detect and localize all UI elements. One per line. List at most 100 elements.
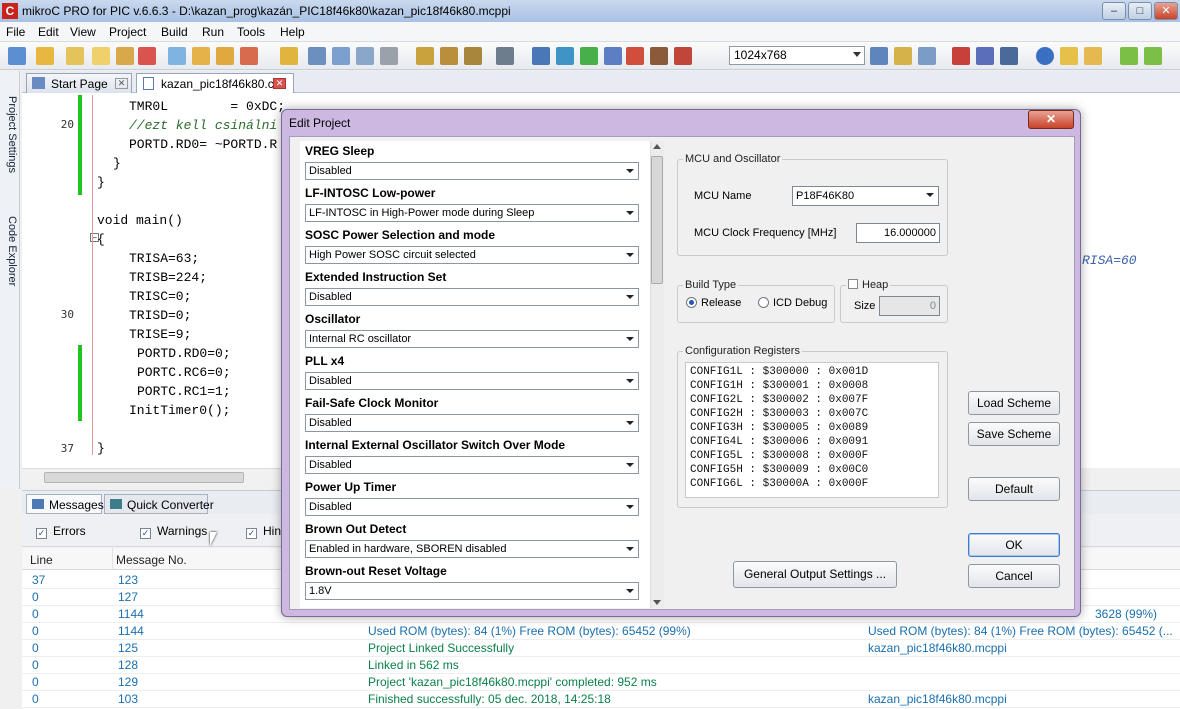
maximize-button[interactable]: □ <box>1128 2 1152 20</box>
column-message-no[interactable]: Message No. <box>116 553 187 567</box>
default-button[interactable]: Default <box>968 477 1060 501</box>
column-line[interactable]: Line <box>30 553 53 567</box>
save-all-icon[interactable] <box>92 47 110 65</box>
menu-build[interactable]: Build <box>161 25 188 39</box>
menu-help[interactable]: Help <box>280 25 305 39</box>
config-select[interactable]: Disabled <box>305 162 639 180</box>
seven-seg-icon[interactable] <box>1000 47 1018 65</box>
close-all-icon[interactable] <box>138 47 156 65</box>
ok-button[interactable]: OK <box>968 533 1060 557</box>
ascii-chart-icon[interactable] <box>952 47 970 65</box>
tab-quick-converter[interactable]: Quick Converter <box>104 494 214 514</box>
config-select[interactable]: LF-INTOSC in High-Power mode during Slee… <box>305 204 639 222</box>
minimize-button[interactable]: – <box>1102 2 1126 20</box>
config-label: Power Up Timer <box>305 480 397 494</box>
options-icon[interactable] <box>674 47 692 65</box>
view-assembly-icon[interactable] <box>532 47 550 65</box>
disk-icon[interactable] <box>308 47 326 65</box>
build-icon[interactable] <box>416 47 434 65</box>
new-file-icon[interactable] <box>8 47 26 65</box>
config-select[interactable]: 1.8V <box>305 582 639 600</box>
cancel-button[interactable]: Cancel <box>968 564 1060 588</box>
tools-icon[interactable] <box>650 47 668 65</box>
tab-messages[interactable]: Messages <box>26 494 104 514</box>
export-icon[interactable] <box>626 47 644 65</box>
icd-debug-radio[interactable]: ICD Debug <box>758 297 827 309</box>
scroll-down-icon[interactable] <box>653 600 661 605</box>
menu-view[interactable]: View <box>70 25 96 39</box>
print-icon[interactable] <box>380 47 398 65</box>
open-project-icon[interactable] <box>192 47 210 65</box>
key-icon[interactable] <box>1060 47 1078 65</box>
config-select[interactable]: Enabled in hardware, SBOREN disabled <box>305 540 639 558</box>
menu-edit[interactable]: Edit <box>38 25 59 39</box>
open-folder-icon[interactable] <box>280 47 298 65</box>
general-output-settings-button[interactable]: General Output Settings ... <box>733 561 897 588</box>
scroll-thumb[interactable] <box>651 156 663 284</box>
config-select[interactable]: Disabled <box>305 498 639 516</box>
help-question-icon[interactable] <box>580 47 598 65</box>
tab-start-page[interactable]: Start Page ✕ <box>26 73 132 93</box>
heap-size-label: Size <box>854 300 876 312</box>
build-program-icon[interactable] <box>464 47 482 65</box>
close-button[interactable]: ✕ <box>1154 2 1178 20</box>
warnings-checkbox[interactable]: ✓ Warnings <box>140 524 207 539</box>
row-file: Used ROM (bytes): 84 (1%) Free ROM (byte… <box>868 624 1173 638</box>
close-icon[interactable]: ✕ <box>273 78 286 89</box>
disk-all-icon[interactable] <box>332 47 350 65</box>
row-number: 129 <box>118 675 139 689</box>
tab-label: Start Page <box>51 77 108 91</box>
editor-horizontal-scrollbar[interactable] <box>22 468 292 486</box>
table-row[interactable] <box>22 657 1180 674</box>
tab-project-settings[interactable]: Project Settings <box>2 96 18 173</box>
config-select[interactable]: Disabled <box>305 288 639 306</box>
hand-icon[interactable] <box>1084 47 1102 65</box>
menu-tools[interactable]: Tools <box>237 25 265 39</box>
layout-delete-icon[interactable] <box>918 47 936 65</box>
menu-project[interactable]: Project <box>109 25 146 39</box>
heap-checkbox[interactable]: Heap <box>846 279 891 291</box>
config-label: LF-INTOSC Low-power <box>305 186 436 200</box>
release-radio[interactable]: Release <box>686 297 741 309</box>
close-project-icon[interactable] <box>240 47 258 65</box>
config-register: CONFIG1L : $300000 : 0x001D <box>690 366 869 378</box>
tab-code-explorer[interactable]: Code Explorer <box>2 216 18 286</box>
help-icon[interactable] <box>1036 47 1054 65</box>
build-all-icon[interactable] <box>440 47 458 65</box>
programmer-icon[interactable] <box>496 47 514 65</box>
forward-arrow-icon[interactable] <box>1144 47 1162 65</box>
close-file-icon[interactable] <box>116 47 134 65</box>
open-icon[interactable] <box>36 47 54 65</box>
new-project-icon[interactable] <box>168 47 186 65</box>
config-select[interactable]: Disabled <box>305 372 639 390</box>
close-icon[interactable]: ✕ <box>115 78 128 89</box>
config-label: PLL x4 <box>305 354 345 368</box>
mcu-clock-input[interactable]: 16.000000 <box>856 223 940 243</box>
errors-checkbox[interactable]: ✓ Errors <box>36 524 86 539</box>
menu-run[interactable]: Run <box>202 25 224 39</box>
mcu-name-select[interactable]: P18F46K80 <box>792 186 939 206</box>
resolution-select[interactable]: 1024x768 <box>729 46 865 65</box>
config-select[interactable]: Disabled <box>305 414 639 432</box>
save-scheme-button[interactable]: Save Scheme <box>968 422 1060 446</box>
font-icon[interactable] <box>604 47 622 65</box>
heap-size-input[interactable]: 0 <box>879 296 940 316</box>
config-select[interactable]: Internal RC oscillator <box>305 330 639 348</box>
save-project-icon[interactable] <box>216 47 234 65</box>
save-icon[interactable] <box>66 47 84 65</box>
back-arrow-icon[interactable] <box>1120 47 1138 65</box>
lcd-icon[interactable] <box>976 47 994 65</box>
statistics-icon[interactable] <box>556 47 574 65</box>
load-scheme-button[interactable]: Load Scheme <box>968 391 1060 415</box>
tab-source-file[interactable]: kazan_pic18f46k80.c ✕ <box>136 73 294 93</box>
code-line: InitTimer0(); <box>129 403 231 418</box>
config-select[interactable]: High Power SOSC circuit selected <box>305 246 639 264</box>
scroll-thumb[interactable] <box>44 472 244 483</box>
layout-save-icon[interactable] <box>894 47 912 65</box>
layout-icon[interactable] <box>870 47 888 65</box>
print-preview-icon[interactable] <box>356 47 374 65</box>
config-select[interactable]: Disabled <box>305 456 639 474</box>
scroll-up-icon[interactable] <box>653 144 661 149</box>
dialog-close-button[interactable]: ✕ <box>1028 110 1074 129</box>
menu-file[interactable]: File <box>6 25 25 39</box>
